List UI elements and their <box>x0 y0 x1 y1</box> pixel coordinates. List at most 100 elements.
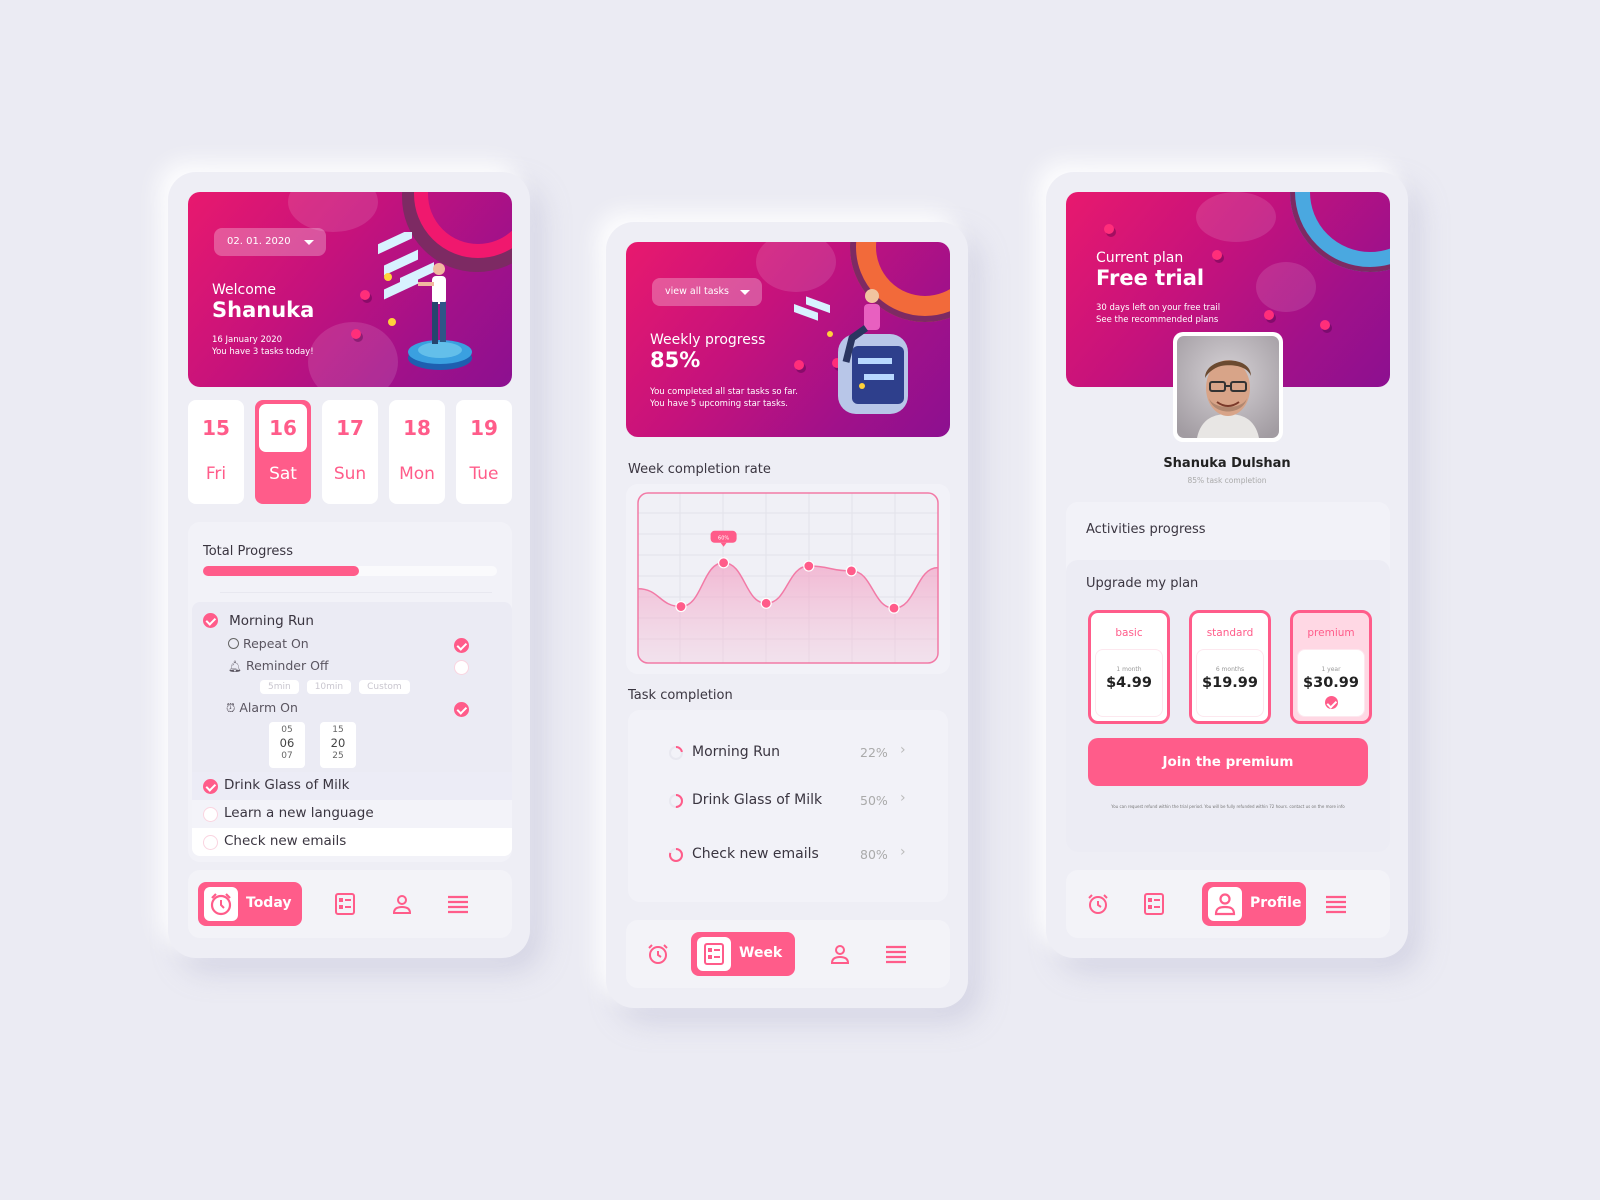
plan-period: 1 year <box>1321 666 1341 673</box>
profile-panel: Activities progress Upgrade my plan basi… <box>1066 502 1390 852</box>
chevron-down-icon <box>304 240 314 245</box>
plan-price-box: 1 month $4.99 <box>1095 649 1163 717</box>
bell-icon: 🔔︎ <box>228 660 242 673</box>
hour-picker[interactable]: 05 06 07 <box>269 722 305 768</box>
date-dropdown-value: 02. 01. 2020 <box>227 236 291 247</box>
plan-price: $19.99 <box>1202 675 1258 691</box>
data-point <box>888 602 900 614</box>
profile-icon <box>1208 887 1242 921</box>
selected-check-icon <box>1324 696 1338 709</box>
current-plan-text: Current plan Free trial 30 days left on … <box>1096 250 1220 326</box>
plan-period: 6 months <box>1215 666 1245 673</box>
week-completion-chart: 60% <box>637 492 939 664</box>
dropdown-label: view all tasks <box>665 286 729 297</box>
task-completion-title: Task completion <box>628 688 733 703</box>
alarm-clock-icon <box>204 887 238 921</box>
nav-today-active[interactable]: Today <box>198 882 302 926</box>
day-19[interactable]: 19 Tue <box>456 400 512 504</box>
day-weekday: Mon <box>399 464 435 484</box>
trial-days-left: 30 days left on your free trail <box>1096 303 1221 313</box>
plan-period: 1 month <box>1116 666 1142 673</box>
nav-week-icon[interactable] <box>1142 892 1166 916</box>
task-percent: 50% <box>860 793 888 808</box>
bottom-nav: Today <box>188 870 512 938</box>
task-completion-row[interactable]: Morning Run 22% › <box>668 742 918 766</box>
task-learn-language[interactable]: Learn a new language <box>192 800 512 828</box>
minute-picker[interactable]: 15 20 25 <box>320 722 356 768</box>
day-number: 19 <box>470 416 498 440</box>
plan-basic[interactable]: basic 1 month $4.99 <box>1088 610 1170 724</box>
day-number: 15 <box>202 416 230 440</box>
refund-fine-print: You can request refund within the trial … <box>1111 804 1345 809</box>
task-title: Learn a new language <box>224 805 374 821</box>
total-progress-fill <box>203 566 359 576</box>
nav-menu-icon[interactable] <box>446 892 470 916</box>
minute-selected: 20 <box>330 736 346 750</box>
nav-menu-icon[interactable] <box>1324 892 1348 916</box>
data-point <box>803 560 815 572</box>
plan-premium-selected[interactable]: premium 1 year $30.99 <box>1290 610 1372 724</box>
chart-panel: 60% <box>626 484 950 674</box>
bottom-nav: Profile <box>1066 870 1390 938</box>
unchecked-icon[interactable] <box>203 835 218 850</box>
alarm-option: ⏰︎ Alarm On <box>226 700 298 716</box>
nav-profile-icon[interactable] <box>828 942 852 966</box>
plan-name: basic <box>1115 627 1143 639</box>
date-text: 16 January 2020 <box>212 335 283 345</box>
checked-icon[interactable] <box>203 779 218 794</box>
alarm-toggle-checked[interactable] <box>454 702 469 717</box>
day-number: 16 <box>259 404 307 452</box>
nav-profile-icon[interactable] <box>390 892 414 916</box>
nav-menu-icon[interactable] <box>884 942 908 966</box>
activities-progress-title[interactable]: Activities progress <box>1086 522 1206 537</box>
task-title: Drink Glass of Milk <box>224 777 350 793</box>
task-completion-row[interactable]: Drink Glass of Milk 50% › <box>668 790 918 814</box>
day-15[interactable]: 15 Fri <box>188 400 244 504</box>
day-weekday: Fri <box>205 464 227 484</box>
person-hologram-illustration <box>378 232 472 370</box>
user-name: Shanuka Dulshan <box>1163 456 1291 471</box>
plan-name: premium <box>1307 627 1355 639</box>
decor-blob <box>1256 262 1316 312</box>
today-screen: 02. 01. 2020 Welcome Shanuka 16 January … <box>168 172 530 958</box>
task-drink-milk[interactable]: Drink Glass of Milk <box>192 772 512 800</box>
nav-profile-active[interactable]: Profile <box>1202 882 1306 926</box>
chip-5min[interactable]: 5min <box>260 680 299 694</box>
reminder-toggle-unchecked[interactable] <box>454 660 469 675</box>
hero-line-2: You have 5 upcoming star tasks. <box>650 399 788 409</box>
join-premium-button[interactable]: Join the premium <box>1088 738 1368 786</box>
checked-icon[interactable] <box>203 613 218 628</box>
chip-custom[interactable]: Custom <box>359 680 410 694</box>
plan-standard[interactable]: standard 6 months $19.99 <box>1189 610 1271 724</box>
day-16-selected[interactable]: 16 Sat <box>255 400 311 504</box>
day-18[interactable]: 18 Mon <box>389 400 445 504</box>
day-17[interactable]: 17 Sun <box>322 400 378 504</box>
data-point <box>845 565 857 577</box>
task-completion-row[interactable]: Check new emails 80% › <box>668 844 918 868</box>
nav-week-active[interactable]: Week <box>691 932 795 976</box>
nav-week-icon[interactable] <box>333 892 357 916</box>
repeat-toggle-checked[interactable] <box>454 638 469 653</box>
view-all-tasks-dropdown[interactable]: view all tasks <box>652 278 762 306</box>
date-dropdown[interactable]: 02. 01. 2020 <box>214 228 326 256</box>
nav-today-icon[interactable] <box>1086 892 1110 916</box>
divider <box>220 592 492 593</box>
avatar[interactable] <box>1173 332 1283 442</box>
minute-next: 25 <box>332 751 344 761</box>
decor-dot <box>1320 320 1330 330</box>
day-weekday: Sat <box>269 464 297 484</box>
weekly-progress-banner: view all tasks Weekly progress 85% You c… <box>626 242 950 437</box>
task-check-emails[interactable]: Check new emails <box>192 828 512 856</box>
repeat-option: Repeat On <box>228 636 309 651</box>
plan-price-box: 6 months $19.99 <box>1196 649 1264 717</box>
chart-title: Week completion rate <box>628 462 771 477</box>
chip-10min[interactable]: 10min <box>306 680 352 694</box>
chevron-right-icon: › <box>900 790 906 806</box>
total-progress-label: Total Progress <box>203 544 293 559</box>
tasks-panel: Total Progress Morning Run Repeat On 🔔︎ … <box>188 522 512 862</box>
nav-today-icon[interactable] <box>646 942 670 966</box>
unchecked-icon[interactable] <box>203 807 218 822</box>
task-morning-run[interactable]: Morning Run <box>203 610 314 629</box>
person-on-watch-illustration <box>794 289 908 414</box>
weekly-progress-title: Weekly progress <box>650 332 766 348</box>
